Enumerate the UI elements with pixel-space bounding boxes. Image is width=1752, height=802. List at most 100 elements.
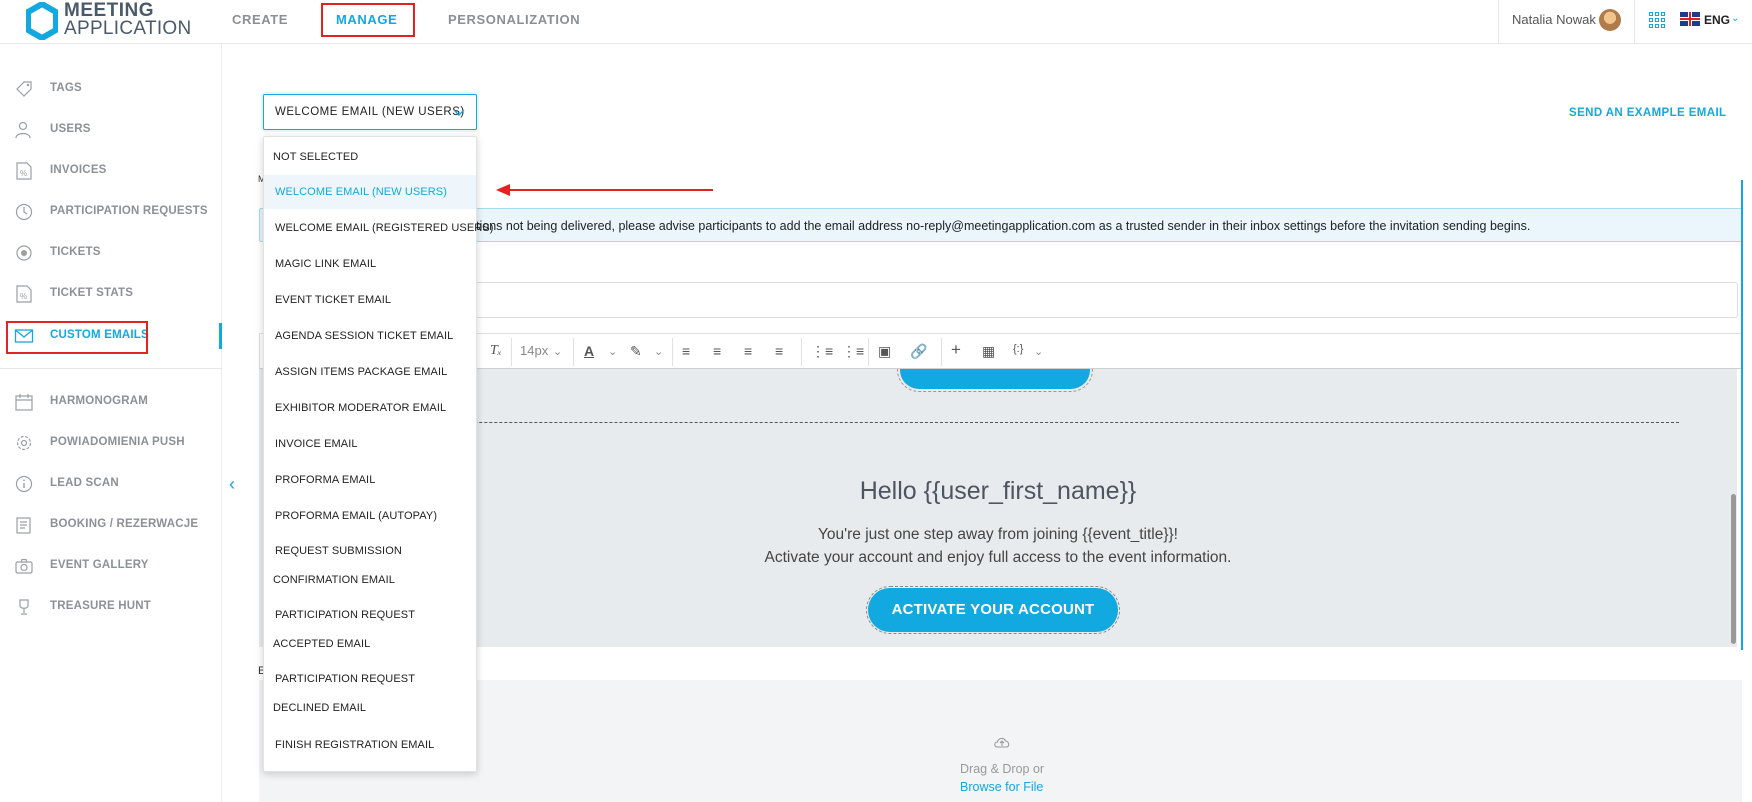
option-assign-items-package[interactable]: ASSIGN ITEMS PACKAGE EMAIL	[264, 358, 476, 387]
email-type-dropdown: NOT SELECTED WELCOME EMAIL (NEW USERS) W…	[263, 136, 493, 772]
option-proforma-autopay[interactable]: PROFORMA EMAIL (AUTOPAY)	[264, 502, 476, 531]
sidebar-item-tickets[interactable]: TICKETS	[0, 238, 222, 268]
subject-input[interactable]	[263, 282, 1738, 318]
option-request-submission-confirmation[interactable]: REQUEST SUBMISSION CONFIRMATION EMAIL	[264, 537, 476, 595]
calendar-icon	[15, 394, 33, 411]
invoice-icon: %	[16, 162, 32, 180]
align-justify-icon[interactable]: ≡	[682, 343, 690, 359]
email-body-line2[interactable]: Activate your account and enjoy full acc…	[259, 549, 1737, 567]
option-not-selected[interactable]: NOT SELECTED	[264, 143, 476, 172]
svg-text:%: %	[20, 292, 27, 301]
apps-grid-icon[interactable]	[1649, 12, 1665, 28]
option-event-ticket[interactable]: EVENT TICKET EMAIL	[264, 286, 476, 315]
nav-personalization[interactable]: PERSONALIZATION	[448, 12, 580, 27]
sidebar-item-participation-requests[interactable]: PARTICIPATION REQUESTS	[0, 197, 222, 227]
activate-account-button[interactable]: ACTIVATE YOUR ACCOUNT	[866, 586, 1120, 634]
sidebar-item-booking[interactable]: BOOKING / REZERWACJE	[0, 510, 222, 540]
insert-block-icon[interactable]: ▦	[982, 343, 995, 360]
option-magic-link[interactable]: MAGIC LINK EMAIL	[264, 250, 476, 279]
option-finish-registration[interactable]: FINISH REGISTRATION EMAIL	[264, 731, 476, 760]
collapse-sidebar-icon[interactable]: ‹	[229, 474, 235, 495]
chevron-down-icon[interactable]: ⌄	[1034, 345, 1043, 358]
sidebar-item-label: TICKETS	[50, 246, 101, 258]
user-name[interactable]: Natalia Nowak	[1512, 12, 1596, 27]
sidebar-item-ticket-stats[interactable]: % TICKET STATS	[0, 279, 222, 309]
sidebar-item-event-gallery[interactable]: EVENT GALLERY	[0, 551, 222, 581]
align-right-icon[interactable]: ≡	[775, 343, 783, 359]
logo-line2: APPLICATION	[64, 18, 192, 39]
chevron-down-icon[interactable]: ⌄	[608, 345, 617, 358]
sidebar-item-lead-scan[interactable]: LEAD SCAN	[0, 469, 222, 499]
option-agenda-session-ticket[interactable]: AGENDA SESSION TICKET EMAIL	[264, 322, 476, 351]
app-logo[interactable]: MEETING APPLICATION	[26, 1, 191, 40]
variables-icon[interactable]: {:}	[1013, 343, 1023, 355]
clear-format-icon[interactable]: Tₓ	[490, 343, 502, 359]
sidebar-item-tags[interactable]: TAGS	[0, 74, 222, 104]
sidebar-item-label: TICKET STATS	[50, 287, 134, 299]
add-icon[interactable]: +	[951, 340, 961, 360]
header-divider	[1634, 0, 1635, 44]
highlight-box-manage	[321, 3, 415, 37]
option-proforma[interactable]: PROFORMA EMAIL	[264, 466, 476, 495]
booking-icon	[16, 517, 31, 534]
trophy-icon	[19, 599, 29, 615]
sidebar-item-treasure-hunt[interactable]: TREASURE HUNT	[0, 592, 222, 622]
tag-icon	[16, 81, 32, 97]
option-exhibitor-moderator[interactable]: EXHIBITOR MODERATOR EMAIL	[264, 394, 476, 423]
sidebar-item-invoices[interactable]: % INVOICES	[0, 156, 222, 186]
image-icon[interactable]: ▣	[878, 343, 891, 360]
notice-text: tions not being delivered, please advise…	[476, 219, 1531, 233]
nav-create[interactable]: CREATE	[232, 12, 288, 27]
sidebar-item-label: TREASURE HUNT	[50, 600, 151, 612]
link-icon[interactable]: 🔗	[910, 343, 927, 360]
option-participation-declined[interactable]: PARTICIPATION REQUEST DECLINED EMAIL	[264, 665, 476, 723]
sidebar-divider	[0, 368, 222, 369]
email-type-select[interactable]: WELCOME EMAIL (NEW USERS)	[263, 94, 477, 130]
hexagon-logo-icon	[26, 2, 58, 40]
email-greeting[interactable]: Hello {{user_first_name}}	[259, 477, 1737, 506]
text-color-icon[interactable]: A	[584, 343, 594, 359]
language-selector[interactable]: ENG	[1704, 13, 1730, 27]
sidebar-item-label: TAGS	[50, 82, 82, 94]
editor-scrollbar[interactable]	[1731, 494, 1736, 644]
uk-flag-icon[interactable]	[1680, 12, 1700, 26]
sidebar-item-label: POWIADOMIENIA PUSH	[50, 436, 185, 448]
email-body-line1[interactable]: You're just one step away from joining {…	[259, 526, 1737, 544]
dropzone-text: Drag & Drop or	[960, 762, 1045, 776]
sidebar-item-users[interactable]: USERS	[0, 115, 222, 145]
chevron-down-icon[interactable]: ⌄	[553, 345, 562, 358]
sidebar-item-label: HARMONOGRAM	[50, 395, 149, 407]
option-invoice[interactable]: INVOICE EMAIL	[264, 430, 476, 459]
chevron-down-icon[interactable]: ⌄	[1731, 13, 1739, 24]
sidebar-item-label: EVENT GALLERY	[50, 559, 149, 571]
chevron-down-icon[interactable]: ⌄	[654, 345, 663, 358]
browse-file-link[interactable]: Browse for File	[960, 780, 1043, 794]
align-center-icon[interactable]: ≡	[744, 343, 752, 359]
camera-icon	[15, 558, 33, 574]
email-type-select-value: WELCOME EMAIL (NEW USERS)	[275, 106, 465, 118]
highlight-color-icon[interactable]: ✎	[630, 343, 642, 360]
send-example-email-link[interactable]: SEND AN EXAMPLE EMAIL	[1569, 107, 1726, 119]
info-icon	[15, 475, 33, 493]
editor-focus-edge	[1741, 180, 1743, 650]
email-editor-canvas[interactable]: Hello {{user_first_name}} You're just on…	[259, 369, 1737, 647]
sidebar-item-label: BOOKING / REZERWACJE	[50, 518, 199, 530]
sidebar-item-label: LEAD SCAN	[50, 477, 119, 489]
align-left-icon[interactable]: ≡	[713, 343, 721, 359]
bullet-list-icon[interactable]: ⋮≡	[842, 343, 864, 360]
previous-block-button[interactable]	[897, 369, 1093, 392]
option-welcome-registered[interactable]: WELCOME EMAIL (REGISTERED USERS)	[264, 214, 493, 243]
option-participation-accepted[interactable]: PARTICIPATION REQUEST ACCEPTED EMAIL	[264, 601, 476, 659]
active-indicator	[219, 323, 222, 349]
users-icon	[15, 121, 31, 139]
sidebar-item-harmonogram[interactable]: HARMONOGRAM	[0, 387, 222, 417]
editor-toolbar: Tₓ 14px ⌄ A ⌄ ✎ ⌄ ≡ ≡ ≡ ≡ ⋮≡ ⋮≡ ▣ 🔗 + ▦ …	[259, 333, 1742, 369]
sidebar-item-label: INVOICES	[50, 164, 107, 176]
svg-text:%: %	[20, 169, 27, 178]
gear-icon	[16, 435, 32, 451]
avatar[interactable]	[1599, 9, 1621, 31]
font-size-select[interactable]: 14px	[520, 343, 548, 358]
option-welcome-new-users[interactable]: WELCOME EMAIL (NEW USERS)	[264, 175, 476, 209]
sidebar-item-push[interactable]: POWIADOMIENIA PUSH	[0, 428, 222, 458]
ordered-list-icon[interactable]: ⋮≡	[811, 343, 833, 360]
